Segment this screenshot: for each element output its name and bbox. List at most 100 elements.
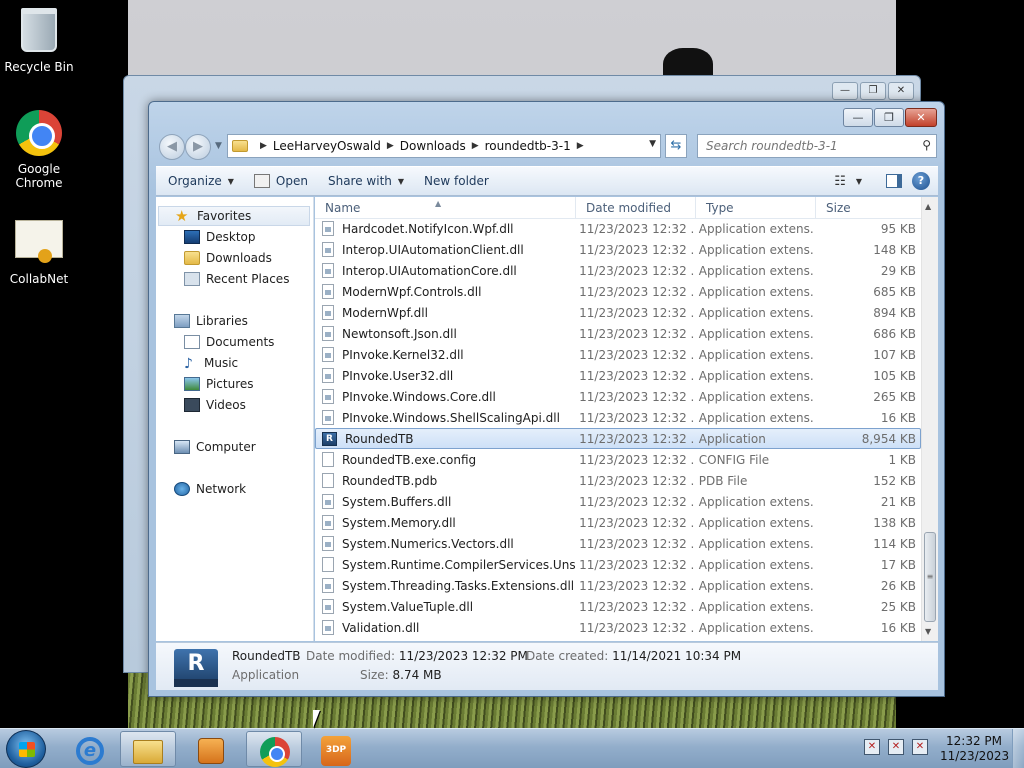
file-row[interactable]: Interop.UIAutomationClient.dll 11/23/2023… [315, 239, 921, 260]
file-icon [322, 473, 334, 488]
explorer-window[interactable]: — ❐ ✕ ◀ ▶ ▼ ▶ LeeHarveyOswald ▶ Download… [148, 101, 945, 697]
search-input[interactable] [706, 135, 906, 157]
nav-network[interactable]: Network [174, 479, 246, 499]
nav-documents[interactable]: Documents [184, 332, 274, 352]
chevron-right-icon[interactable]: ▶ [577, 141, 584, 151]
file-row[interactable]: System.Runtime.CompilerServices.Unsaf...… [315, 554, 921, 575]
nav-videos[interactable]: Videos [184, 395, 246, 415]
file-row[interactable]: ModernWpf.dll 11/23/2023 12:32 ... Applica… [315, 302, 921, 323]
nav-downloads[interactable]: Downloads [184, 248, 272, 268]
breadcrumb-downloads[interactable]: Downloads [400, 139, 466, 153]
file-row[interactable]: System.ValueTuple.dll 11/23/2023 12:32 ..… [315, 596, 921, 617]
taskbar-media-player[interactable] [184, 731, 240, 767]
column-headers: ▲ Name Date modified Type Size [315, 197, 921, 219]
scroll-down-icon[interactable]: ▼ [925, 627, 931, 636]
chevron-right-icon[interactable]: ▶ [472, 141, 479, 151]
address-dropdown-icon[interactable]: ▼ [649, 139, 656, 149]
column-header-type[interactable]: Type [696, 197, 816, 219]
scroll-up-icon[interactable]: ▲ [925, 202, 931, 211]
recent-pages-dropdown-icon[interactable]: ▼ [215, 141, 222, 151]
search-icon[interactable]: ⚲ [922, 138, 931, 152]
desktop-icon-google-chrome[interactable]: Google Chrome [1, 110, 77, 190]
column-header-name-label: Name [325, 201, 361, 215]
file-list: ▲ Name Date modified Type Size Hardcodet… [315, 197, 938, 641]
file-size: 21 KB [880, 494, 917, 509]
computer-icon [174, 440, 190, 454]
column-header-size[interactable]: Size [816, 197, 921, 219]
taskbar-3dp-chip[interactable]: 3DP [308, 731, 364, 767]
file-row[interactable]: Hardcodet.NotifyIcon.Wpf.dll 11/23/2023 1… [315, 218, 921, 239]
file-row[interactable]: PInvoke.User32.dll 11/23/2023 12:32 ... Ap… [315, 365, 921, 386]
open-button[interactable]: Open [246, 168, 316, 194]
file-row[interactable]: PInvoke.Windows.Core.dll 11/23/2023 12:32… [315, 386, 921, 407]
nav-desktop-label: Desktop [206, 230, 256, 244]
back-window-maximize-button[interactable]: ❐ [860, 82, 886, 100]
nav-music[interactable]: ♪ Music [184, 353, 238, 373]
help-icon[interactable]: ? [912, 172, 930, 190]
action-center-flag-icon[interactable]: ✕ [864, 739, 880, 755]
forward-button[interactable]: ▶ [185, 134, 211, 160]
file-row[interactable]: R RoundedTB 11/23/2023 12:32 ... Applicatio… [315, 428, 921, 449]
file-row[interactable]: Newtonsoft.Json.dll 11/23/2023 12:32 ... A… [315, 323, 921, 344]
change-view-icon[interactable]: ☷ [834, 174, 846, 189]
nav-computer[interactable]: Computer [174, 437, 256, 457]
nav-favorites[interactable]: ★ Favorites [158, 206, 310, 226]
new-folder-button[interactable]: New folder [416, 168, 497, 194]
share-with-button[interactable]: Share with ▼ [320, 168, 412, 194]
scrollbar-thumb[interactable]: ≡ [924, 532, 936, 622]
network-icon [174, 482, 190, 496]
breadcrumb-roundedtb[interactable]: roundedtb-3-1 [485, 139, 571, 153]
nav-pictures[interactable]: Pictures [184, 374, 254, 394]
file-name: System.Threading.Tasks.Extensions.dll [342, 578, 575, 593]
back-button[interactable]: ◀ [159, 134, 185, 160]
back-window-minimize-button[interactable]: — [832, 82, 858, 100]
more-views-icon[interactable]: ▼ [856, 177, 862, 186]
file-row[interactable]: System.Numerics.Vectors.dll 11/23/2023 12… [315, 533, 921, 554]
refresh-button[interactable]: ⇆ [665, 134, 687, 158]
preview-pane-icon[interactable] [886, 174, 902, 188]
vertical-scrollbar[interactable]: ▲ ≡ ▼ [921, 197, 938, 641]
file-row[interactable]: Validation.dll 11/23/2023 12:32 ... Applic… [315, 617, 921, 638]
details-date-created-value: 11/14/2021 10:34 PM [612, 649, 742, 663]
file-row[interactable]: RoundedTB.pdb 11/23/2023 12:32 ... PDB Fil… [315, 470, 921, 491]
file-row[interactable]: System.Threading.Tasks.Extensions.dll 11/… [315, 575, 921, 596]
file-size: 894 KB [873, 305, 917, 320]
desktop-icon-collabnet[interactable]: CollabNet [1, 216, 77, 286]
nav-libraries[interactable]: Libraries [174, 311, 248, 331]
network-status-icon[interactable]: ✕ [888, 739, 904, 755]
volume-muted-icon[interactable]: ✕ [912, 739, 928, 755]
file-row[interactable]: System.Memory.dll 11/23/2023 12:32 ... App… [315, 512, 921, 533]
organize-button[interactable]: Organize ▼ [160, 168, 242, 194]
show-desktop-button[interactable] [1012, 729, 1024, 768]
breadcrumb-user[interactable]: LeeHarveyOswald [273, 139, 381, 153]
chevron-right-icon[interactable]: ▶ [387, 141, 394, 151]
file-row[interactable]: ModernWpf.Controls.dll 11/23/2023 12:32 .… [315, 281, 921, 302]
file-row[interactable]: System.Buffers.dll 11/23/2023 12:32 ... Ap… [315, 491, 921, 512]
maximize-button[interactable]: ❐ [874, 108, 904, 127]
recent-places-icon [184, 272, 200, 286]
desktop-icon-recycle-bin[interactable]: Recycle Bin [1, 8, 77, 74]
start-button[interactable] [6, 730, 46, 768]
file-row[interactable]: PInvoke.Kernel32.dll 11/23/2023 12:32 ...… [315, 344, 921, 365]
nav-desktop[interactable]: Desktop [184, 227, 256, 247]
minimize-button[interactable]: — [843, 108, 873, 127]
file-row[interactable]: RoundedTB.exe.config 11/23/2023 12:32 ...… [315, 449, 921, 470]
taskbar-windows-explorer[interactable] [120, 731, 176, 767]
taskbar-google-chrome[interactable] [246, 731, 302, 767]
file-date: 11/23/2023 12:32 ... [579, 242, 695, 257]
column-header-name[interactable]: ▲ Name [315, 197, 576, 219]
search-box[interactable]: ⚲ [697, 134, 937, 158]
file-row[interactable]: PInvoke.Windows.ShellScalingApi.dll 11/23… [315, 407, 921, 428]
file-row[interactable]: Interop.UIAutomationCore.dll 11/23/2023 1… [315, 260, 921, 281]
file-size: 114 KB [873, 536, 917, 551]
address-bar[interactable]: ▶ LeeHarveyOswald ▶ Downloads ▶ roundedt… [227, 134, 661, 158]
close-button[interactable]: ✕ [905, 108, 937, 127]
chevron-right-icon[interactable]: ▶ [260, 141, 267, 151]
taskbar-internet-explorer[interactable]: e [64, 731, 120, 767]
column-header-date[interactable]: Date modified [576, 197, 696, 219]
nav-recent-places[interactable]: Recent Places [184, 269, 289, 289]
file-name-cell: Hardcodet.NotifyIcon.Wpf.dll [316, 221, 575, 236]
back-window-close-button[interactable]: ✕ [888, 82, 914, 100]
clock[interactable]: 12:32 PM 11/23/2023 [940, 734, 1009, 764]
nav-music-label: Music [204, 356, 239, 370]
